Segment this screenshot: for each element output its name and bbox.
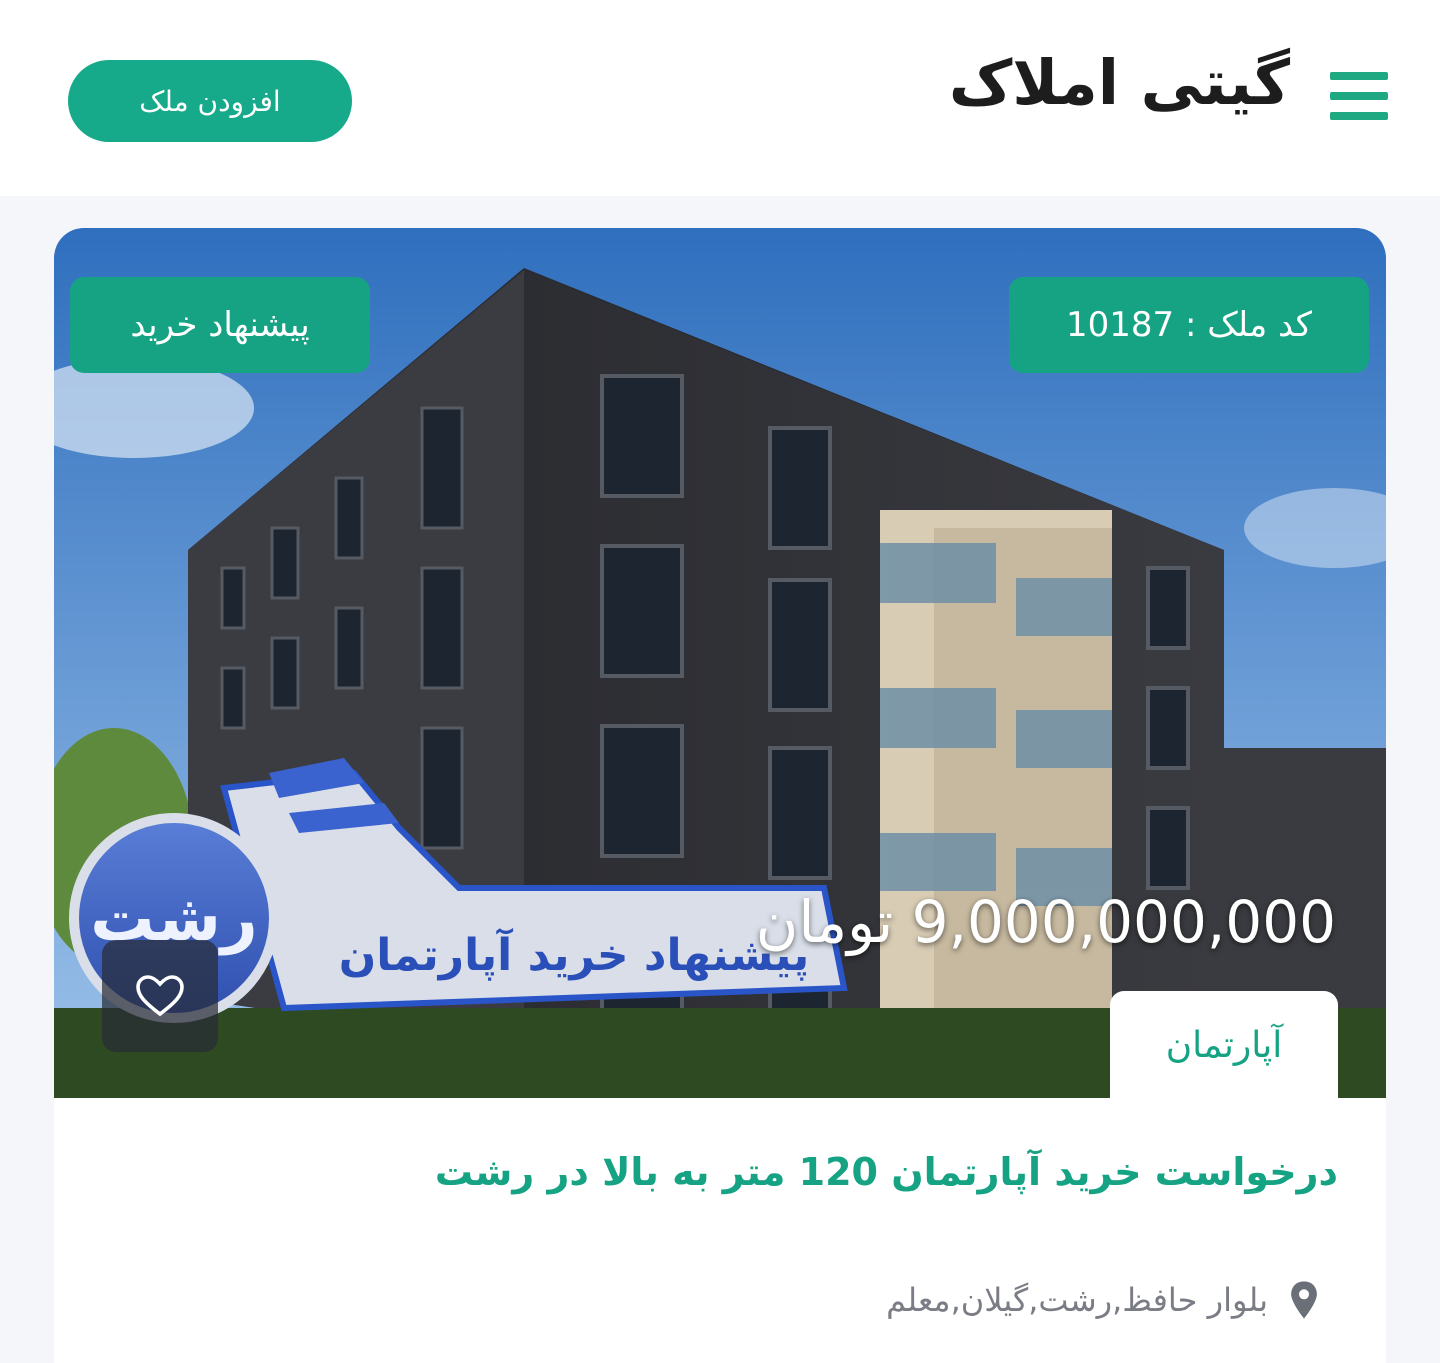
location-text: بلوار حافظ,رشت,گیلان,معلم xyxy=(886,1281,1268,1319)
app-header: گیتی املاک افزودن ملک xyxy=(0,0,1440,196)
banner-caption-text: پیشنهاد خرید آپارتمان xyxy=(339,927,810,981)
property-photo[interactable]: رشت پیشنهاد خرید آپارتمان کد ملک : 10187… xyxy=(54,228,1386,1098)
map-pin-icon xyxy=(1286,1280,1322,1320)
property-card[interactable]: رشت پیشنهاد خرید آپارتمان کد ملک : 10187… xyxy=(54,228,1386,1363)
brand-title: گیتی املاک xyxy=(948,46,1290,119)
favorite-button[interactable] xyxy=(102,940,218,1052)
property-code-badge: کد ملک : 10187 xyxy=(1009,277,1369,373)
property-price: 9,000,000,000 تومان xyxy=(755,888,1336,956)
add-property-button[interactable]: افزودن ملک xyxy=(68,60,352,142)
offer-badge: پیشنهاد خرید xyxy=(70,277,370,373)
heart-icon xyxy=(136,975,184,1017)
hamburger-menu-icon[interactable] xyxy=(1330,72,1388,120)
property-location: بلوار حافظ,رشت,گیلان,معلم xyxy=(886,1280,1322,1320)
property-title[interactable]: درخواست خرید آپارتمان 120 متر به بالا در… xyxy=(435,1150,1338,1194)
property-type-tab[interactable]: آپارتمان xyxy=(1110,991,1338,1098)
